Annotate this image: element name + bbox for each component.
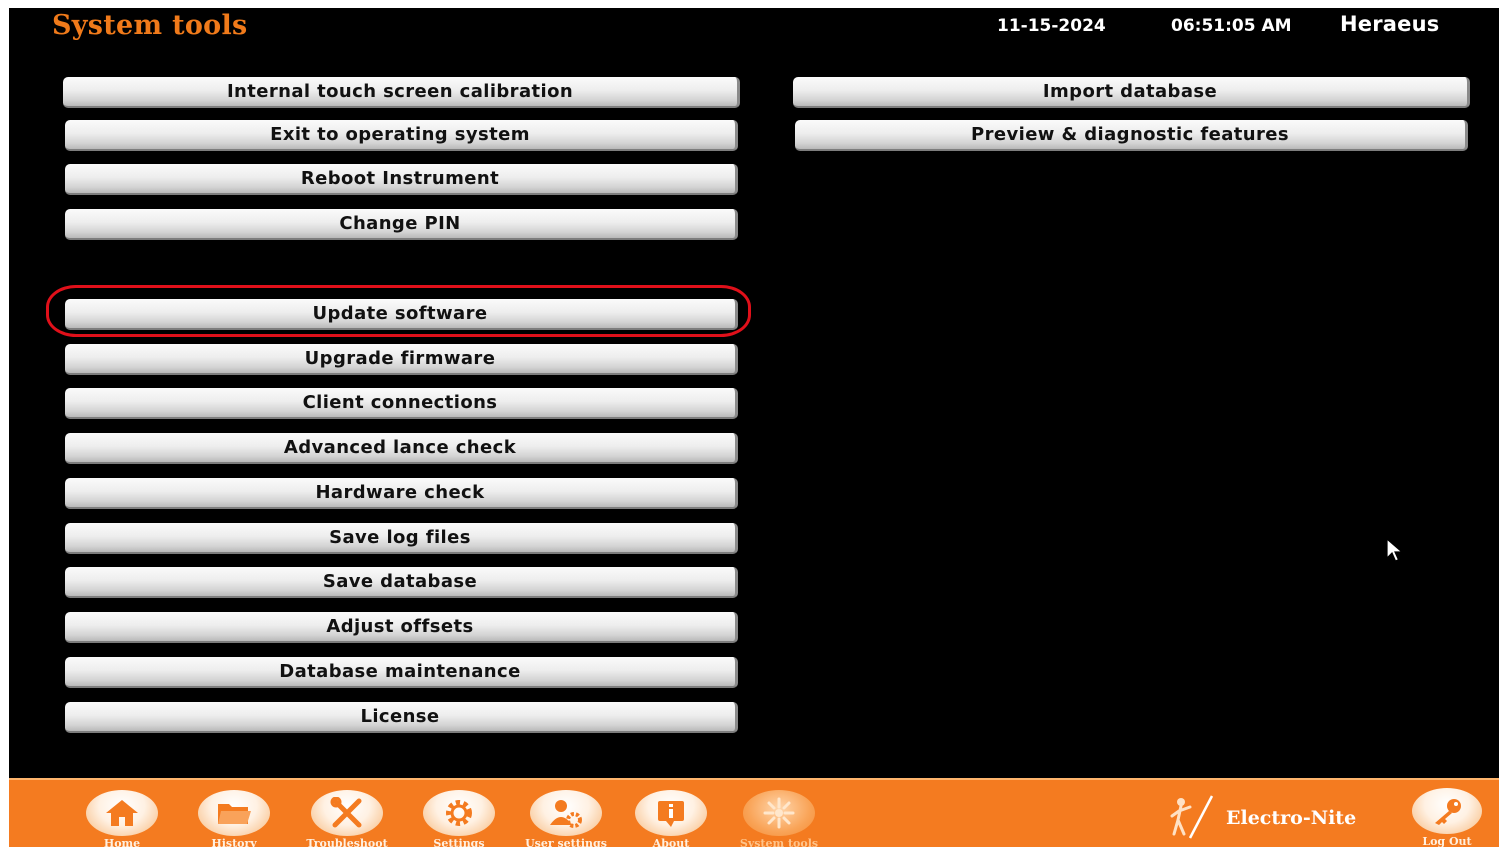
nav-label: Home xyxy=(103,837,141,847)
nav-label: History xyxy=(211,837,257,847)
key-icon xyxy=(1412,788,1482,834)
header-time: 06:51:05 AM xyxy=(1171,16,1292,36)
gear-icon xyxy=(423,790,495,836)
btn-label: Reboot Instrument xyxy=(300,168,500,189)
btn-internal-touch-calibration[interactable]: Internal touch screen calibration xyxy=(63,77,740,108)
system-tools-screen: System tools 11-15-2024 06:51:05 AM Hera… xyxy=(9,8,1499,847)
btn-label: Update software xyxy=(312,303,488,324)
btn-exit-to-os[interactable]: Exit to operating system xyxy=(65,120,738,151)
home-icon xyxy=(86,790,158,836)
btn-save-log-files[interactable]: Save log files xyxy=(65,523,738,554)
btn-upgrade-firmware[interactable]: Upgrade firmware xyxy=(65,344,738,375)
btn-client-connections[interactable]: Client connections xyxy=(65,388,738,419)
nav-label: User settings xyxy=(525,837,607,847)
btn-label: Preview & diagnostic features xyxy=(971,124,1289,145)
btn-advanced-lance-check[interactable]: Advanced lance check xyxy=(65,433,738,464)
mouse-cursor-icon xyxy=(1386,538,1404,562)
btn-save-database[interactable]: Save database xyxy=(65,567,738,598)
logout-button[interactable]: Log Out xyxy=(1409,788,1485,847)
btn-label: Save database xyxy=(322,571,478,592)
header-date: 11-15-2024 xyxy=(997,16,1106,36)
btn-preview-diagnostic[interactable]: Preview & diagnostic features xyxy=(795,120,1468,151)
btn-label: Hardware check xyxy=(315,482,485,503)
nav-label: Troubleshoot xyxy=(306,837,388,847)
btn-change-pin[interactable]: Change PIN xyxy=(65,209,738,240)
user-settings-icon xyxy=(530,790,602,836)
btn-adjust-offsets[interactable]: Adjust offsets xyxy=(65,612,738,643)
electro-nite-text: Electro-Nite xyxy=(1226,807,1357,829)
nav-system-tools[interactable]: System tools xyxy=(724,790,834,847)
btn-label: Save log files xyxy=(329,527,471,548)
nav-about[interactable]: About xyxy=(616,790,726,847)
electro-nite-figure-icon xyxy=(1170,795,1214,839)
system-tools-icon xyxy=(743,790,815,836)
folder-icon xyxy=(198,790,270,836)
btn-label: Client connections xyxy=(302,392,498,413)
btn-label: Adjust offsets xyxy=(326,616,474,637)
nav-home[interactable]: Home xyxy=(67,790,177,847)
electro-nite-logo: Electro-Nite xyxy=(1164,794,1356,842)
info-icon xyxy=(635,790,707,836)
btn-hardware-check[interactable]: Hardware check xyxy=(65,478,738,509)
btn-label: Import database xyxy=(1042,81,1218,102)
btn-import-database[interactable]: Import database xyxy=(793,77,1470,108)
btn-label: Exit to operating system xyxy=(270,124,530,145)
btn-reboot-instrument[interactable]: Reboot Instrument xyxy=(65,164,738,195)
btn-label: Internal touch screen calibration xyxy=(226,81,574,102)
btn-license[interactable]: License xyxy=(65,702,738,733)
logout-label: Log Out xyxy=(1422,835,1472,847)
btn-label: Advanced lance check xyxy=(283,437,517,458)
nav-label: System tools xyxy=(739,837,819,847)
btn-database-maintenance[interactable]: Database maintenance xyxy=(65,657,738,688)
nav-user-settings[interactable]: User settings xyxy=(511,790,621,847)
nav-label: About xyxy=(652,837,690,847)
nav-settings[interactable]: Settings xyxy=(404,790,514,847)
heraeus-logo: Heraeus xyxy=(1340,12,1440,36)
header: System tools 11-15-2024 06:51:05 AM Hera… xyxy=(9,8,1499,58)
btn-label: Change PIN xyxy=(339,213,461,234)
btn-label: Upgrade firmware xyxy=(304,348,496,369)
nav-troubleshoot[interactable]: Troubleshoot xyxy=(292,790,402,847)
tools-icon xyxy=(311,790,383,836)
nav-history[interactable]: History xyxy=(179,790,289,847)
nav-label: Settings xyxy=(433,837,485,847)
btn-update-software[interactable]: Update software xyxy=(65,299,738,330)
page-title: System tools xyxy=(52,10,248,41)
btn-label: License xyxy=(360,706,440,727)
btn-label: Database maintenance xyxy=(279,661,521,682)
bottom-nav-bar: Home History Troubleshoot Settings User xyxy=(9,778,1499,847)
